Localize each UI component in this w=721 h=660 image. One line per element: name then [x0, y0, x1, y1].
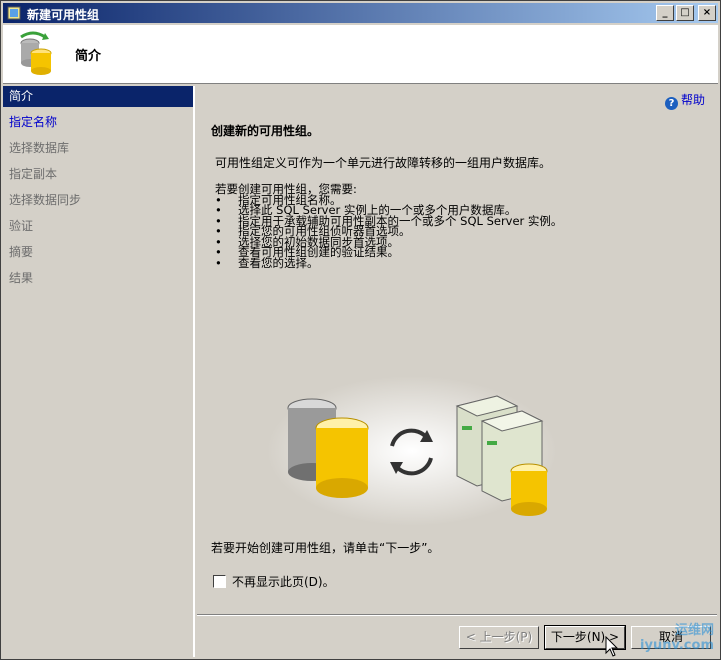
minimize-button[interactable]: _ — [656, 5, 674, 21]
window-controls: _ □ × — [654, 5, 716, 21]
wizard-steps-nav: 简介 指定名称 选择数据库 指定副本 选择数据同步 验证 摘要 结果 — [3, 86, 195, 657]
content-description: 可用性组定义可作为一个单元进行故障转移的一组用户数据库。 — [215, 156, 552, 170]
watermark-line2: iyunv.com — [640, 638, 714, 653]
maximize-button[interactable]: □ — [676, 5, 694, 21]
dont-show-again[interactable]: 不再显示此页(D)。 — [213, 573, 335, 590]
watermark-line1: 运维网 — [674, 623, 714, 638]
dont-show-label: 不再显示此页(D)。 — [232, 575, 335, 589]
nav-item-data-sync: 选择数据同步 — [9, 193, 82, 207]
content-title: 创建新的可用性组。 — [211, 124, 320, 138]
watermark: 运维网 iyunv.com — [640, 619, 714, 653]
window-title: 新建可用性组 — [27, 8, 100, 22]
page-title: 简介 — [75, 49, 102, 64]
title-bar[interactable]: 新建可用性组 _ □ × — [3, 3, 718, 23]
database-sync-illustration — [267, 376, 557, 526]
wizard-content: ? 帮助 创建新的可用性组。 可用性组定义可作为一个单元进行故障转移的一组用户数据… — [197, 86, 717, 657]
mouse-cursor-icon — [605, 636, 619, 657]
wizard-window: 新建可用性组 _ □ × 简介 简介 指定名称 选择数据库 指定副本 选择数据同… — [0, 0, 721, 660]
begin-instruction: 若要开始创建可用性组，请单击“下一步”。 — [211, 541, 440, 555]
previous-button[interactable]: < 上一步(P) — [459, 626, 539, 649]
help-label: 帮助 — [680, 93, 705, 107]
nav-item-results: 结果 — [9, 271, 34, 285]
nav-item-select-databases: 选择数据库 — [9, 141, 70, 155]
help-link[interactable]: ? 帮助 — [664, 91, 705, 110]
help-icon: ? — [664, 97, 678, 110]
dont-show-checkbox[interactable] — [213, 575, 226, 588]
nav-item-validation: 验证 — [9, 219, 34, 233]
app-icon — [7, 6, 21, 20]
availability-group-icon — [20, 31, 52, 75]
list-item: 查看您的选择。 — [215, 257, 562, 269]
requirements-list: 指定可用性组名称。 选择此 SQL Server 实例上的一个或多个用户数据库。… — [215, 194, 562, 269]
nav-item-summary: 摘要 — [9, 245, 34, 259]
nav-item-specify-replicas: 指定副本 — [9, 167, 58, 181]
nav-item-intro[interactable]: 简介 — [3, 86, 193, 107]
nav-item-specify-name[interactable]: 指定名称 — [3, 112, 193, 133]
wizard-header: 简介 — [3, 25, 718, 84]
close-button[interactable]: × — [698, 5, 716, 21]
requirements-section: 若要创建可用性组，您需要: 指定可用性组名称。 选择此 SQL Server 实… — [215, 184, 562, 268]
footer-divider — [197, 614, 717, 616]
